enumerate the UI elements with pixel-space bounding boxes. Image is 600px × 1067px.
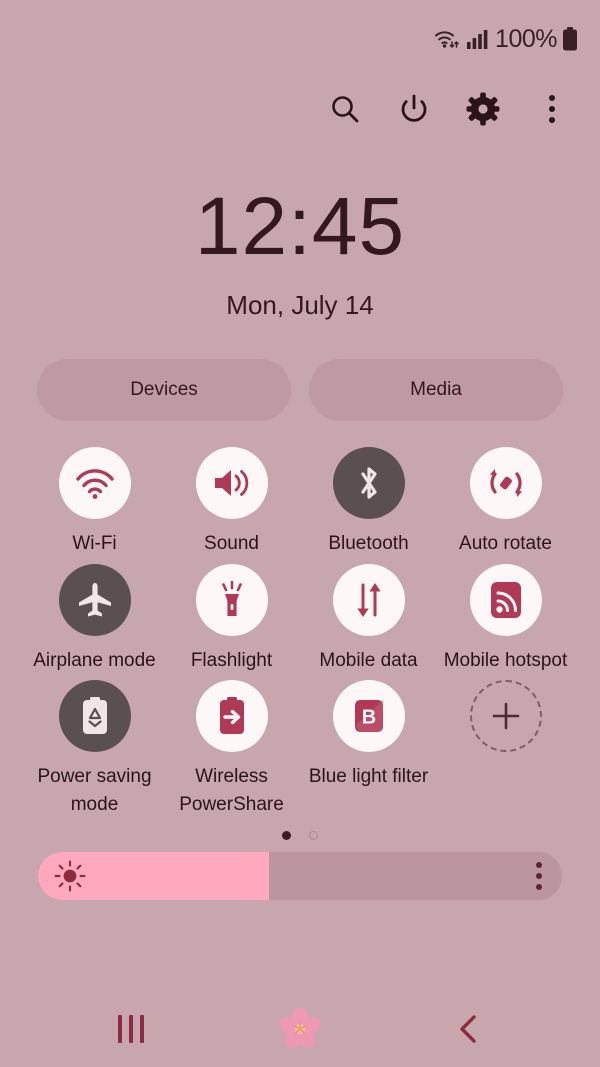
add-icon [469,680,542,753]
clock-date: Mon, July 14 [226,290,374,320]
navigation-bar [0,991,600,1067]
page-dot-inactive[interactable] [309,830,318,840]
gear-icon[interactable] [465,91,501,127]
flashlight-icon [195,563,268,636]
add-toggle-button[interactable] [437,680,574,818]
toggle-wifi[interactable]: Wi-Fi [26,447,163,558]
toggle-auto-rotate-label: Auto rotate [459,533,552,554]
toggle-wifi-label: Wi-Fi [72,533,117,554]
toggle-airplane-mode-label: Airplane mode [33,649,156,671]
toggle-flashlight-label: Flashlight [190,649,273,671]
toggle-sound-label: Sound [204,533,259,554]
power-icon[interactable] [396,91,432,127]
toggle-power-saving-mode-label: Power saving mode [37,766,152,815]
toggle-mobile-data-label: Mobile data [319,649,418,671]
brightness-section [0,852,600,901]
search-icon[interactable] [327,91,363,127]
auto-rotate-icon [469,447,542,519]
hotspot-icon [469,563,542,636]
wifi-data-icon [434,28,461,50]
toggle-blue-light-filter[interactable]: B Blue light filter [300,680,437,818]
toggle-wireless-powershare-label: Wireless PowerShare [179,766,284,815]
sound-icon [195,447,268,519]
brightness-slider[interactable] [38,852,562,901]
toggle-sound[interactable]: Sound [163,447,300,558]
toggle-mobile-hotspot-label: Mobile hotspot [443,649,568,671]
svg-text:B: B [361,707,375,729]
bluetooth-icon [332,447,405,519]
brightness-sun-icon [54,860,86,892]
kebab-menu-icon[interactable] [534,91,570,127]
toggle-blue-light-filter-label: Blue light filter [308,766,429,788]
devices-label: Devices [130,379,198,400]
toggle-airplane-mode[interactable]: Airplane mode [26,563,163,675]
mobile-data-icon [332,563,405,636]
quick-action-bar [0,78,600,140]
recents-icon[interactable] [96,1004,166,1054]
clock-time: 12:45 [194,181,406,272]
toggle-mobile-hotspot[interactable]: Mobile hotspot [437,563,574,675]
toggle-bluetooth-label: Bluetooth [328,533,409,554]
devices-button[interactable]: Devices [37,359,291,421]
shortcut-pill-row: Devices Media [0,359,600,421]
toggle-mobile-data[interactable]: Mobile data [300,563,437,675]
quick-settings-grid: Wi-Fi Sound Bluetooth Auto rotate Airpla… [0,447,600,818]
battery-percent-label: 100% [495,24,557,53]
page-indicator [0,824,600,846]
page-dot-active[interactable] [282,830,291,840]
blue-light-filter-icon: B [332,680,405,753]
toggle-flashlight[interactable]: Flashlight [163,563,300,675]
cherry-blossom-home-icon[interactable] [265,1004,335,1054]
media-button[interactable]: Media [309,359,563,421]
power-saving-icon [58,680,131,753]
wifi-icon [58,447,131,519]
back-chevron-icon[interactable] [434,1004,504,1054]
airplane-icon [58,563,131,636]
toggle-wireless-powershare[interactable]: Wireless PowerShare [163,680,300,818]
status-bar: 100% [0,0,600,78]
media-label: Media [410,379,462,400]
battery-full-icon [562,27,578,51]
wireless-powershare-icon [195,680,268,753]
brightness-more-icon[interactable] [536,862,542,891]
toggle-auto-rotate[interactable]: Auto rotate [437,447,574,558]
toggle-bluetooth[interactable]: Bluetooth [300,447,437,558]
cellular-signal-icon [466,28,488,50]
toggle-power-saving-mode[interactable]: Power saving mode [26,680,163,818]
clock-widget[interactable]: 12:45 Mon, July 14 [0,186,600,321]
